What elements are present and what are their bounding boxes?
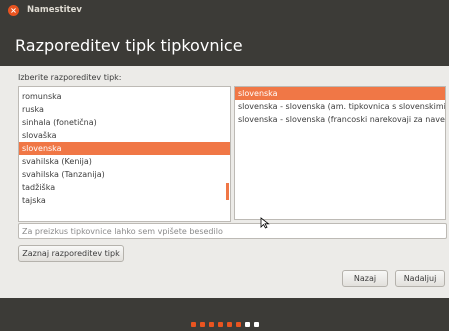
progress-dot <box>226 322 232 327</box>
page-title: Razporeditev tipk tipkovnice <box>15 36 243 55</box>
layout-list-item[interactable]: ruska <box>19 103 230 116</box>
layout-list[interactable]: romunska ruska sinhala (fonetična) slovaška… <box>18 86 231 222</box>
window-title: Namestitev <box>27 5 82 15</box>
progress-dot <box>235 322 241 327</box>
layout-list-item[interactable]: sinhala (fonetična) <box>19 116 230 129</box>
detect-layout-button[interactable]: Zaznaj razporeditev tipk <box>18 245 124 262</box>
variant-list-item[interactable]: slovenska <box>235 87 445 100</box>
progress-dot <box>253 322 259 327</box>
progress-dots <box>0 320 449 327</box>
variant-list-item[interactable]: slovenska - slovenska (francoski narekov… <box>235 113 445 126</box>
layout-list-item[interactable]: tajska <box>19 194 230 207</box>
footer-bar <box>0 298 449 331</box>
back-button[interactable]: Nazaj <box>342 270 388 287</box>
progress-dot <box>244 322 250 327</box>
next-button[interactable]: Nadaljuj <box>395 270 445 287</box>
progress-dot <box>217 322 223 327</box>
layout-list-item[interactable]: tadžiška <box>19 181 230 194</box>
layout-list-item[interactable]: svahilska (Kenija) <box>19 155 230 168</box>
variant-list-item[interactable]: slovenska - slovenska (am. tipkovnica s … <box>235 100 445 113</box>
page-header: Razporeditev tipk tipkovnice <box>0 20 449 66</box>
progress-dot <box>199 322 205 327</box>
layout-list-item[interactable]: slovenska <box>19 142 230 155</box>
close-icon[interactable]: × <box>8 4 19 16</box>
layout-list-item[interactable]: romunska <box>19 90 230 103</box>
progress-dot <box>190 322 196 327</box>
title-bar: × Namestitev <box>0 0 449 20</box>
layout-list-item[interactable]: slovaška <box>19 129 230 142</box>
keyboard-test-input[interactable] <box>18 223 447 239</box>
layout-list-item[interactable]: svahilska (Tanzanija) <box>19 168 230 181</box>
mouse-cursor-icon <box>260 217 270 229</box>
variant-list[interactable]: slovenska slovenska - slovenska (am. tipk… <box>234 86 446 220</box>
progress-dot <box>208 322 214 327</box>
layout-prompt: Izberite razporeditev tipk: <box>18 73 122 82</box>
layout-list-scrollbar[interactable] <box>226 183 229 200</box>
